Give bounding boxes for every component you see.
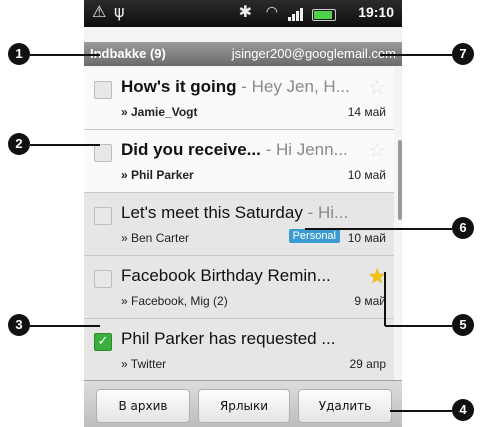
message-sender: » Twitter xyxy=(121,357,167,371)
callout-2: 2 xyxy=(8,133,30,155)
message-subject: Facebook Birthday Remin... xyxy=(121,266,331,285)
message-row[interactable]: Facebook Birthday Remin... ★ » Facebook,… xyxy=(84,256,394,319)
callout-line-7 xyxy=(380,54,452,56)
usb-icon: ψ xyxy=(114,2,125,21)
scrollbar[interactable] xyxy=(398,140,402,220)
message-row[interactable]: Did you receive... - Hi Jenn... ☆ » Phil… xyxy=(84,130,394,193)
message-snippet: - Hi... xyxy=(302,203,349,222)
select-checkbox[interactable] xyxy=(94,81,112,99)
message-snippet: - Hey Jen, H... xyxy=(236,77,350,96)
callout-4: 4 xyxy=(452,399,474,421)
bluetooth-icon: ✱ xyxy=(238,2,252,21)
message-sender: » Phil Parker xyxy=(121,168,194,182)
message-snippet: - Hi Jenn... xyxy=(260,140,348,159)
message-sender: » Ben Carter xyxy=(121,231,190,245)
callout-line-2 xyxy=(30,144,100,146)
wifi-icon: ◠ xyxy=(265,4,278,20)
action-bar: В архив Ярлыки Удалить xyxy=(84,380,402,427)
callout-line-4 xyxy=(390,410,452,412)
star-icon[interactable]: ☆ xyxy=(368,327,386,351)
message-subject: Did you receive... - Hi Jenn... xyxy=(121,140,348,159)
callout-5: 5 xyxy=(452,314,474,336)
callout-3: 3 xyxy=(8,314,30,336)
select-checkbox[interactable] xyxy=(94,207,112,225)
account-email: jsinger200@googlemail.com xyxy=(231,46,396,61)
message-subject: Phil Parker has requested ... xyxy=(121,329,336,348)
clock: 19:10 xyxy=(358,4,394,20)
star-icon[interactable]: ☆ xyxy=(368,75,386,99)
message-date: 10 май xyxy=(347,168,386,182)
status-bar: ⚠ ψ ✱ ◠ 19:10 xyxy=(84,0,402,27)
message-subject: How's it going - Hey Jen, H... xyxy=(121,77,350,96)
callout-line-5 xyxy=(385,325,452,327)
account-bar[interactable]: Indbakke (9) jsinger200@googlemail.com xyxy=(84,42,402,66)
select-checkbox[interactable] xyxy=(94,270,112,288)
callout-line-5-vertical xyxy=(384,272,386,326)
message-sender: » Facebook, Mig (2) xyxy=(121,294,228,308)
star-icon[interactable]: ☆ xyxy=(368,201,386,225)
message-sender: » Jamie_Vogt xyxy=(121,105,198,119)
message-date: 14 май xyxy=(347,105,386,119)
callout-7: 7 xyxy=(452,43,474,65)
callout-1: 1 xyxy=(8,43,30,65)
select-checkbox[interactable] xyxy=(94,144,112,162)
message-subject: Let's meet this Saturday - Hi... xyxy=(121,203,349,222)
warning-icon: ⚠ xyxy=(92,2,107,21)
callout-6: 6 xyxy=(452,217,474,239)
battery-icon xyxy=(312,9,336,21)
message-row[interactable]: Let's meet this Saturday - Hi... ☆ » Ben… xyxy=(84,193,394,256)
callout-line-6 xyxy=(305,228,452,230)
message-row[interactable]: How's it going - Hey Jen, H... ☆ » Jamie… xyxy=(84,67,394,130)
message-date: 10 май xyxy=(347,231,386,245)
delete-button[interactable]: Удалить xyxy=(298,389,392,423)
message-row[interactable]: ✓ Phil Parker has requested ... ☆ » Twit… xyxy=(84,319,394,382)
archive-button[interactable]: В архив xyxy=(96,389,190,423)
callout-line-3 xyxy=(30,325,100,327)
select-checkbox-checked[interactable]: ✓ xyxy=(94,333,112,351)
folder-name: Indbakke (9) xyxy=(90,46,166,61)
callout-line-1 xyxy=(30,54,100,56)
label-badge: Personal xyxy=(288,229,340,243)
message-date: 29 апр xyxy=(349,357,386,371)
signal-icon xyxy=(288,8,304,21)
labels-button[interactable]: Ярлыки xyxy=(198,389,290,423)
phone-screen: ⚠ ψ ✱ ◠ 19:10 Indbakke (9) jsinger200@go… xyxy=(84,0,402,427)
star-icon[interactable]: ☆ xyxy=(368,138,386,162)
message-date: 9 май xyxy=(354,294,386,308)
